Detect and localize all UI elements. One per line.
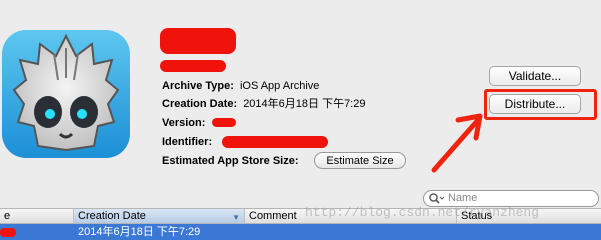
- identifier-row: Identifier:: [162, 135, 212, 149]
- column-creation-date-header[interactable]: Creation Date ▼: [74, 209, 245, 223]
- archive-type-row: Archive Type: iOS App Archive: [162, 79, 319, 93]
- annotation-arrow-icon: [431, 113, 483, 173]
- redacted-version: [212, 118, 236, 127]
- creation-date-row: Creation Date: 2014年6月18日 下午7:29: [162, 97, 365, 111]
- distribute-highlight-box: [484, 89, 597, 120]
- archive-type-label: Archive Type:: [162, 80, 234, 92]
- version-row: Version:: [162, 116, 205, 130]
- redacted-app-name: [160, 28, 236, 54]
- table-row[interactable]: 2014年6月18日 下午7:29: [0, 224, 601, 240]
- estimated-size-row: Estimated App Store Size:: [162, 154, 299, 168]
- estimate-size-button[interactable]: Estimate Size: [314, 152, 406, 169]
- redacted-row-name: [0, 228, 16, 237]
- redacted-app-subtitle: [160, 60, 226, 72]
- version-label: Version:: [162, 117, 206, 129]
- creation-date-label: Creation Date:: [162, 98, 238, 110]
- creation-date-value: 2014年6月18日 下午7:29: [243, 98, 366, 110]
- sort-descending-icon: ▼: [232, 213, 240, 222]
- watermark: http://blog.csdn.net/ryanzheng: [305, 205, 540, 220]
- column-creation-date-label: Creation Date: [78, 210, 146, 222]
- redacted-identifier: [222, 136, 328, 148]
- search-placeholder: Name: [448, 192, 478, 204]
- app-icon: [2, 30, 130, 158]
- estimated-size-label: Estimated App Store Size:: [162, 155, 299, 167]
- identifier-label: Identifier:: [162, 136, 213, 148]
- column-name-header[interactable]: e: [0, 209, 74, 223]
- row-creation-date: 2014年6月18日 下午7:29: [78, 226, 201, 238]
- validate-button[interactable]: Validate...: [489, 66, 581, 86]
- archive-type-value: iOS App Archive: [239, 80, 320, 92]
